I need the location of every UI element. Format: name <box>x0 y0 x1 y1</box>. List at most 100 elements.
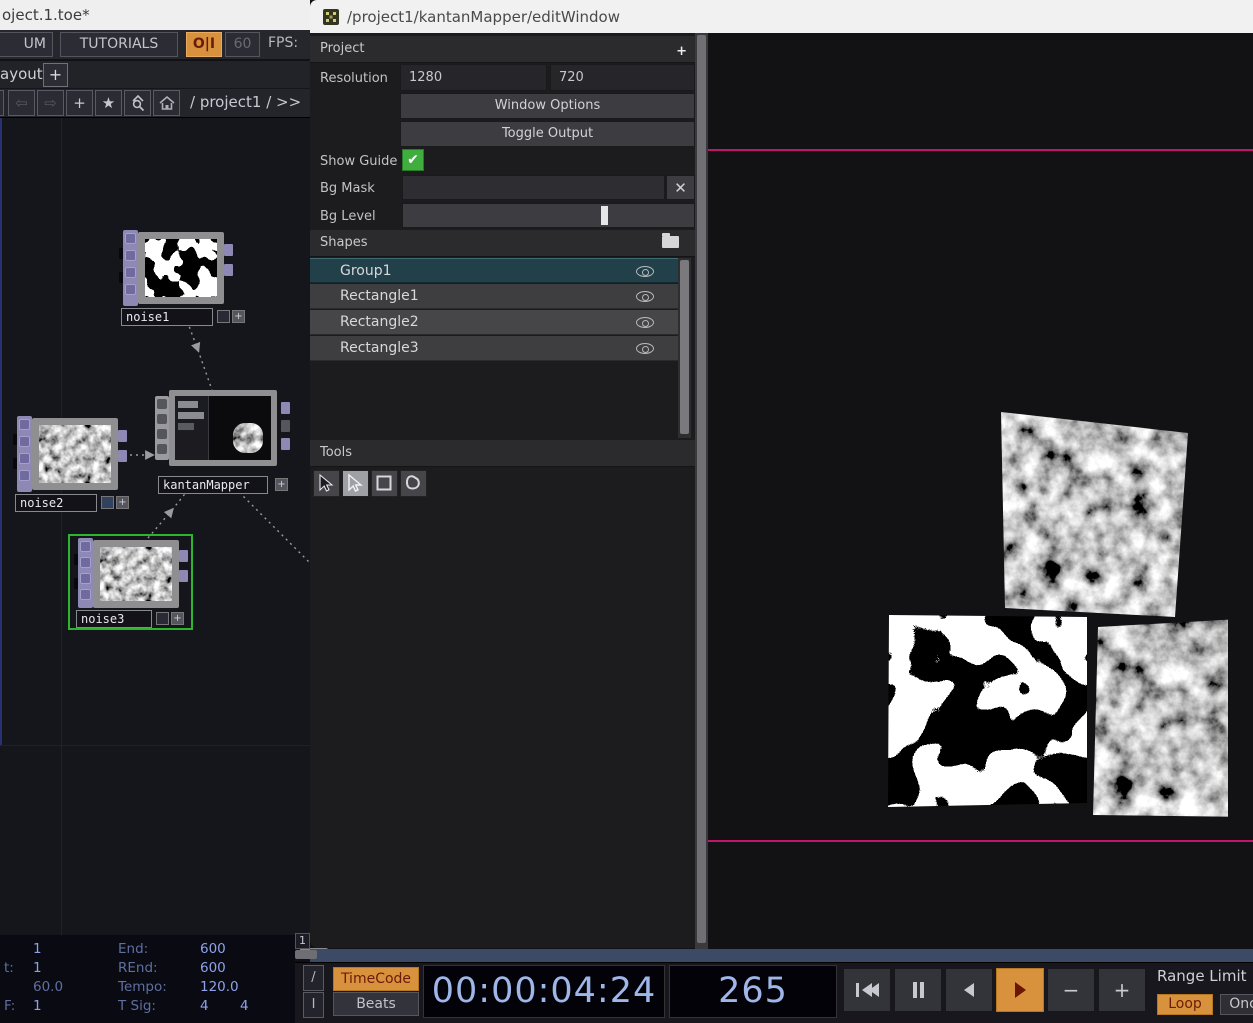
output-connector[interactable] <box>118 450 127 462</box>
output-connector[interactable] <box>224 244 233 256</box>
edit-points-tool-button[interactable] <box>342 470 369 497</box>
freeform-tool-button[interactable] <box>400 470 427 497</box>
node-label[interactable]: noise3 <box>76 610 152 628</box>
node-expand-button[interactable]: + <box>116 496 129 509</box>
shape-list-scrollbar[interactable] <box>678 258 691 438</box>
forward-arrow-icon[interactable]: ⇨ <box>37 90 64 116</box>
pause-button[interactable] <box>894 968 942 1012</box>
menu-item-partial[interactable]: UM <box>0 32 53 57</box>
increment-button[interactable]: + <box>1098 968 1146 1012</box>
add-group-folder-icon[interactable] <box>662 236 679 248</box>
beats-mode-button[interactable]: Beats <box>333 992 419 1016</box>
shape-row-rectangle1[interactable]: Rectangle1 <box>310 284 678 309</box>
tab-layout[interactable]: ayout <box>0 65 43 83</box>
mapped-quad-noise3[interactable] <box>995 405 1195 625</box>
info-value: 1 <box>33 998 42 1014</box>
node-frame[interactable] <box>138 232 224 304</box>
output-connector[interactable] <box>179 550 188 562</box>
shape-row-group1[interactable]: Group1 <box>310 258 678 283</box>
mapped-quad-noise2[interactable] <box>1093 615 1253 820</box>
play-button[interactable] <box>996 968 1044 1012</box>
node-flag-strip[interactable] <box>123 230 138 306</box>
shapes-section-header[interactable]: Shapes <box>310 230 695 257</box>
info-label: Tempo: <box>118 979 167 995</box>
toggle-output-button[interactable]: Toggle Output <box>400 121 695 147</box>
canvas-scrollbar[interactable] <box>695 33 708 950</box>
node-frame[interactable] <box>93 540 179 608</box>
fps-value[interactable]: 60 <box>225 32 260 57</box>
node-label[interactable]: noise1 <box>121 308 213 326</box>
node-flag-strip[interactable] <box>155 396 169 460</box>
node-expand-button[interactable]: + <box>232 310 245 323</box>
add-tab-button[interactable]: + <box>43 63 68 87</box>
node-frame[interactable] <box>169 390 277 466</box>
node-label[interactable]: noise2 <box>15 494 97 512</box>
slider-thumb[interactable] <box>601 206 608 225</box>
add-button[interactable]: + <box>66 90 93 116</box>
scrollbar-thumb[interactable] <box>680 260 689 434</box>
resolution-height-field[interactable]: 720 <box>550 64 695 91</box>
timeline-track[interactable] <box>310 949 1253 962</box>
output-connector[interactable] <box>281 402 290 414</box>
timecode-mode-button[interactable]: TimeCode <box>333 967 419 991</box>
decrement-button[interactable]: − <box>1047 968 1095 1012</box>
node-kantanmapper[interactable]: kantanMapper + <box>155 390 295 502</box>
edit-window-titlebar[interactable]: /project1/kantanMapper/editWindow <box>310 0 1253 33</box>
output-connector[interactable] <box>179 570 188 582</box>
star-icon[interactable]: ★ <box>95 90 122 116</box>
step-back-button[interactable] <box>945 968 993 1012</box>
skip-to-start-button[interactable] <box>843 968 891 1012</box>
node-flag-strip[interactable] <box>17 416 32 492</box>
oi-toggle-button[interactable]: O|I <box>186 32 222 57</box>
node-noise1[interactable]: noise1 + <box>119 230 237 328</box>
scrollbar-thumb[interactable] <box>697 35 706 943</box>
home-icon[interactable] <box>153 90 180 116</box>
edit-window-controls: Project Resolution 1280 720 Window Optio… <box>310 33 695 948</box>
output-connector[interactable] <box>118 430 127 442</box>
node-noise3[interactable]: noise3 + <box>74 538 192 628</box>
select-tool-button[interactable] <box>313 470 340 497</box>
visibility-eye-icon[interactable] <box>636 343 654 354</box>
show-guide-checkbox[interactable]: ✔ <box>402 149 424 171</box>
bg-mask-field[interactable] <box>402 175 665 200</box>
node-expand-button[interactable]: + <box>171 612 184 625</box>
zoom-fit-icon[interactable] <box>124 90 151 116</box>
shape-row-rectangle2[interactable]: Rectangle2 <box>310 310 678 335</box>
node-noise2[interactable]: noise2 + <box>13 416 131 514</box>
back-arrow-icon[interactable]: ⇦ <box>8 90 35 116</box>
mapped-quad-noise1[interactable] <box>888 613 1088 807</box>
output-connector[interactable] <box>281 438 290 450</box>
toolbar-button-partial[interactable] <box>0 90 4 116</box>
network-editor[interactable]: noise1 + noise2 + <box>0 118 310 950</box>
node-flag-strip[interactable] <box>78 538 93 608</box>
slash-mode-button[interactable]: / <box>303 965 324 991</box>
node-toggle[interactable] <box>217 310 230 323</box>
loop-button[interactable]: Loop <box>1157 994 1213 1015</box>
node-frame[interactable] <box>32 418 118 490</box>
project-section-header[interactable]: Project <box>310 36 695 63</box>
menu-item-tutorials[interactable]: TUTORIALS <box>60 32 178 57</box>
timeline-handle[interactable] <box>295 950 317 959</box>
node-expand-button[interactable]: + <box>275 478 288 491</box>
node-toggle[interactable] <box>156 612 169 625</box>
breadcrumb[interactable]: / project1 / >> <box>190 93 301 111</box>
info-label: T Sig: <box>118 998 156 1014</box>
visibility-eye-icon[interactable] <box>636 266 654 277</box>
output-connector[interactable] <box>224 264 233 276</box>
node-label[interactable]: kantanMapper <box>158 476 268 494</box>
bg-level-slider[interactable] <box>402 203 695 228</box>
visibility-eye-icon[interactable] <box>636 291 654 302</box>
mapping-canvas[interactable] <box>708 33 1253 948</box>
node-toggle[interactable] <box>101 496 114 509</box>
integer-mode-button[interactable]: I <box>303 992 324 1018</box>
bg-mask-clear-button[interactable]: ✕ <box>666 175 695 200</box>
visibility-eye-icon[interactable] <box>636 317 654 328</box>
info-value: 600 <box>200 941 226 957</box>
resolution-width-field[interactable]: 1280 <box>400 64 547 91</box>
once-button[interactable]: Onc <box>1220 994 1253 1015</box>
rectangle-tool-button[interactable] <box>371 470 398 497</box>
output-connector[interactable] <box>281 420 290 432</box>
tools-section-header[interactable]: Tools <box>310 440 695 467</box>
shape-row-rectangle3[interactable]: Rectangle3 <box>310 336 678 361</box>
window-options-button[interactable]: Window Options <box>400 93 695 119</box>
